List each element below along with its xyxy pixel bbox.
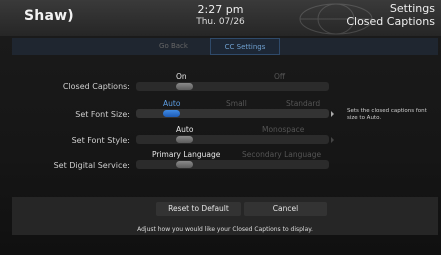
digital-service-option-secondary[interactable]: Secondary Language [242, 150, 321, 159]
font-style-arrow-right-icon[interactable] [331, 137, 334, 143]
page-subtitle: Closed Captions [346, 15, 435, 28]
cancel-button[interactable]: Cancel [244, 202, 327, 216]
closed-captions-label: Closed Captions: [62, 82, 130, 91]
closed-captions-slider[interactable] [136, 82, 329, 91]
font-style-option-auto[interactable]: Auto [176, 125, 193, 134]
font-style-slider[interactable] [136, 135, 329, 144]
digital-service-option-primary[interactable]: Primary Language [152, 150, 220, 159]
screen: Shaw) 2:27 pm Thu. 07/26 Settings Closed… [0, 0, 441, 255]
slider-knob[interactable] [176, 161, 193, 168]
font-size-arrow-right-icon[interactable] [331, 111, 334, 117]
closed-captions-option-on[interactable]: On [176, 72, 187, 81]
digital-service-slider[interactable] [136, 160, 329, 169]
slider-knob[interactable] [176, 136, 193, 143]
page-title: Settings [389, 2, 435, 15]
digital-service-label: Set Digital Service: [53, 161, 130, 170]
font-size-slider[interactable] [136, 109, 329, 118]
closed-captions-option-off[interactable]: Off [274, 72, 285, 81]
tab-go-back[interactable]: Go Back [135, 38, 212, 55]
slider-knob[interactable] [176, 83, 193, 90]
font-size-option-small[interactable]: Small [226, 99, 247, 108]
footer-description: Adjust how you would like your Closed Ca… [137, 226, 313, 233]
header-bar: Shaw) 2:27 pm Thu. 07/26 Settings Closed… [0, 0, 441, 36]
font-style-label: Set Font Style: [71, 136, 130, 145]
font-size-option-standard[interactable]: Standard [286, 99, 320, 108]
font-size-label: Set Font Size: [75, 110, 130, 119]
reset-to-default-button[interactable]: Reset to Default [156, 202, 241, 216]
font-style-option-monospace[interactable]: Monospace [262, 125, 304, 134]
font-size-option-auto[interactable]: Auto [163, 99, 180, 108]
tab-cc-settings[interactable]: CC Settings [210, 38, 280, 55]
help-text: Sets the closed captions font size to Au… [347, 108, 427, 121]
slider-knob[interactable] [163, 110, 180, 117]
